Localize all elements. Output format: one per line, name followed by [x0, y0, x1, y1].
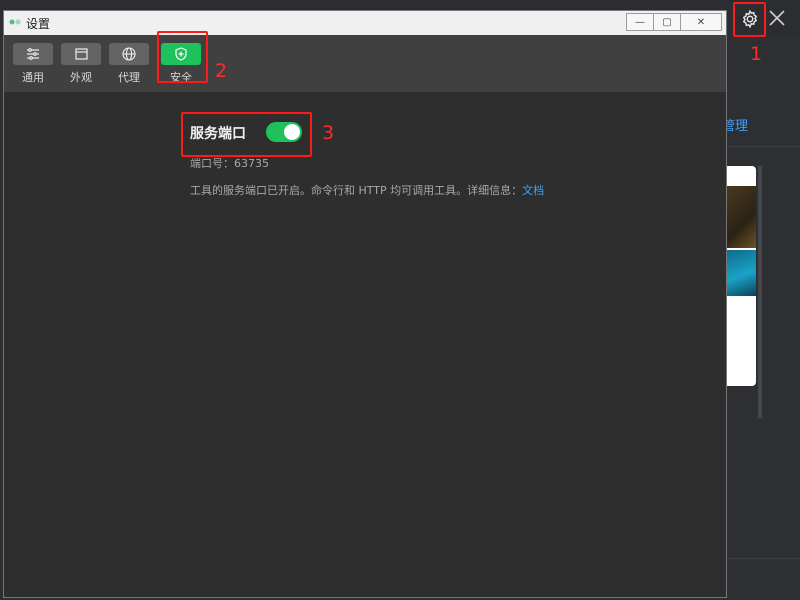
- settings-tabbar: 通用 外观 代理 安全: [4, 35, 726, 92]
- minimize-button[interactable]: —: [626, 13, 654, 31]
- tab-general-label: 通用: [22, 71, 44, 84]
- app-logo-icon: [9, 19, 21, 25]
- thumbnail-image: [726, 250, 756, 296]
- tab-general[interactable]: 通用: [13, 43, 53, 85]
- settings-content: 服务端口 端口号：63735 工具的服务端口已开启。命令行和 HTTP 均可调用…: [4, 92, 726, 597]
- port-number-text: 端口号：63735: [190, 157, 269, 170]
- tab-appearance-label: 外观: [70, 71, 92, 84]
- divider: [728, 558, 800, 559]
- tab-proxy[interactable]: 代理: [109, 43, 149, 85]
- sliders-icon: [13, 43, 53, 65]
- annotation-box-3: [181, 112, 312, 157]
- divider: [728, 146, 800, 147]
- service-port-description: 工具的服务端口已开启。命令行和 HTTP 均可调用工具。详细信息：文档: [190, 182, 544, 198]
- background-card: [726, 166, 756, 386]
- description-text: 工具的服务端口已开启。命令行和 HTTP 均可调用工具。详细信息：: [190, 184, 523, 197]
- annotation-number-3: 3: [322, 122, 335, 144]
- settings-dialog: 设置 — ▢ ✕ 通用 外观 代理 安全 服务端口 端口号：63735 工具的服…: [3, 10, 727, 598]
- tab-appearance[interactable]: 外观: [61, 43, 101, 85]
- window-icon: [61, 43, 101, 65]
- close-button[interactable]: ✕: [680, 13, 722, 31]
- background-scrollbar[interactable]: [758, 166, 762, 418]
- app-close-icon[interactable]: [766, 7, 788, 29]
- dialog-titlebar: 设置 — ▢ ✕: [4, 11, 726, 35]
- dialog-title: 设置: [26, 17, 51, 31]
- thumbnail-image: [726, 186, 756, 248]
- globe-icon: [109, 43, 149, 65]
- annotation-number-2: 2: [215, 60, 228, 82]
- docs-link[interactable]: 文档: [522, 184, 544, 197]
- annotation-number-1: 1: [750, 43, 763, 65]
- annotation-box-1: [733, 2, 766, 37]
- restore-button[interactable]: ▢: [653, 13, 681, 31]
- window-controls: — ▢ ✕: [626, 13, 722, 31]
- annotation-box-2: [157, 31, 208, 83]
- tab-proxy-label: 代理: [118, 71, 140, 84]
